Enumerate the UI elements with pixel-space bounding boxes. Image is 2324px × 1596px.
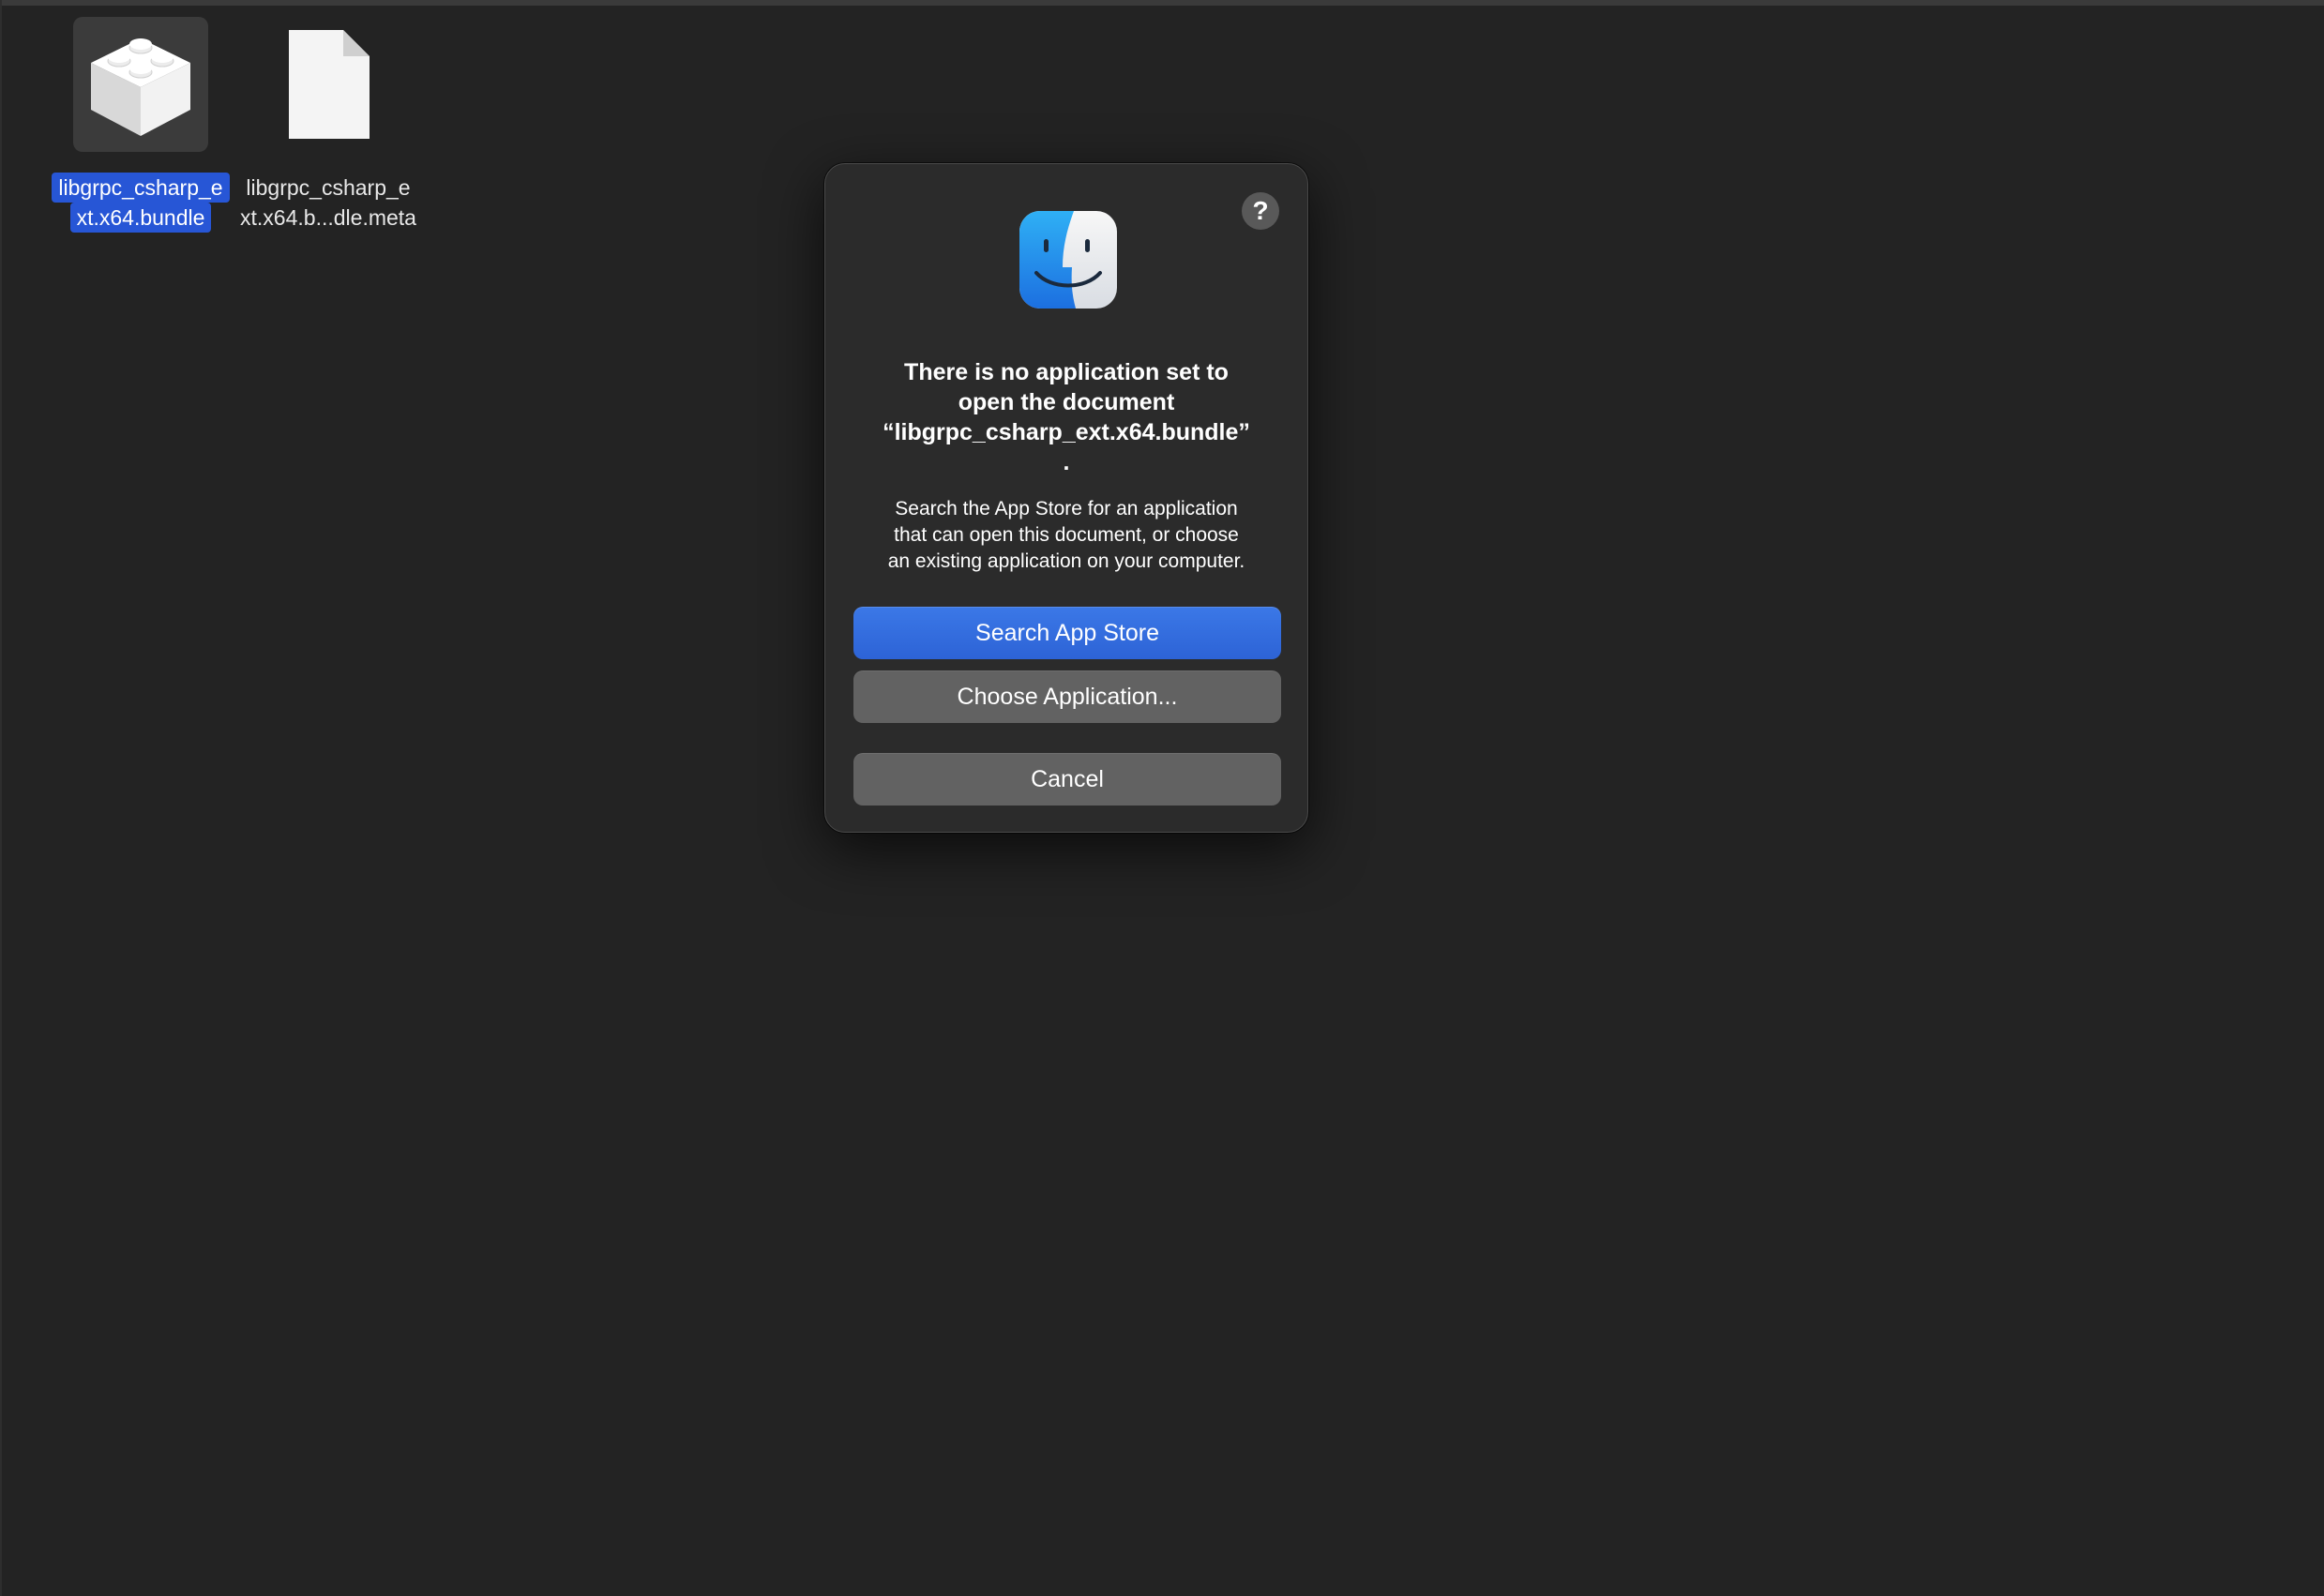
dialog-title: There is no application set to open the … [883,359,1250,475]
choose-application-button[interactable]: Choose Application... [853,670,1281,723]
dialog-message: Search the App Store for an application … [887,498,1245,572]
desktop: libgrpc_csharp_e xt.x64.bundle libgrpc_c… [0,0,2324,1596]
no-application-dialog: ? There is no application set to open th… [824,163,1308,833]
filename-line-1: libgrpc_csharp_e [52,173,230,203]
meta-icon-frame[interactable] [261,17,396,152]
screen-edge [0,0,2,1596]
bundle-icon-frame[interactable] [73,17,208,152]
search-app-store-button[interactable]: Search App Store [853,607,1281,659]
meta-filename[interactable]: libgrpc_csharp_e xt.x64.b...dle.meta [236,173,420,233]
blank-document-icon [289,30,370,139]
cancel-button[interactable]: Cancel [853,753,1281,806]
filename-line-1: libgrpc_csharp_e [246,175,411,200]
filename-line-2: xt.x64.bundle [69,203,212,233]
help-button[interactable]: ? [1242,192,1279,230]
finder-icon [1019,211,1117,309]
lego-brick-bundle-icon [91,38,190,136]
menu-bar-edge [0,0,2324,6]
filename-line-2: xt.x64.b...dle.meta [240,205,416,230]
desktop-item-bundle[interactable]: libgrpc_csharp_e xt.x64.bundle [38,17,244,233]
desktop-item-meta[interactable]: libgrpc_csharp_e xt.x64.b...dle.meta [225,17,431,233]
bundle-filename[interactable]: libgrpc_csharp_e xt.x64.bundle [52,173,230,233]
